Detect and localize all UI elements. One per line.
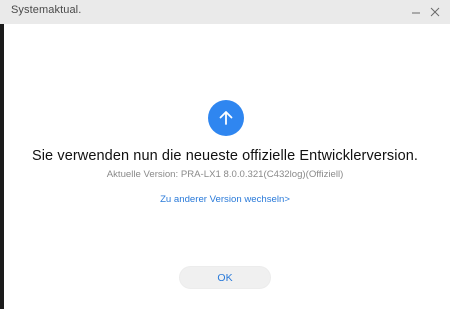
arrow-up-icon — [208, 100, 244, 136]
title-bar[interactable]: Systemaktual. — [0, 0, 450, 24]
minimize-icon — [412, 12, 420, 14]
close-button[interactable] — [426, 3, 444, 21]
current-version-text: Aktuelle Version: PRA-LX1 8.0.0.321(C432… — [106, 169, 344, 180]
minimize-button[interactable] — [407, 3, 425, 21]
update-dialog-window: Systemaktual. Sie verwenden nun die neue… — [0, 0, 450, 309]
ok-button[interactable]: OK — [179, 266, 271, 289]
window-title: Systemaktual. — [11, 4, 82, 16]
dialog-content: Sie verwenden nun die neueste offizielle… — [4, 24, 446, 309]
status-headline: Sie verwenden nun die neueste offizielle… — [31, 148, 419, 164]
close-icon — [430, 7, 440, 17]
switch-version-link[interactable]: Zu anderer Version wechseln> — [4, 194, 446, 205]
